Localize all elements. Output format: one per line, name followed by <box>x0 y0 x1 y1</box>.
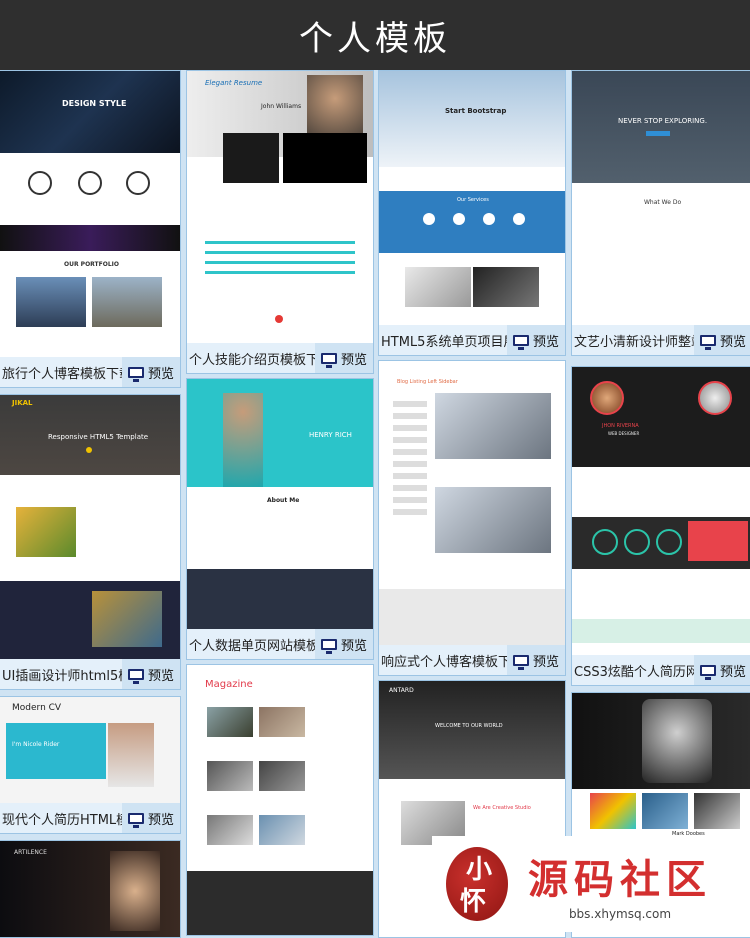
thumb-brand-text: ARTILENCE <box>14 849 47 856</box>
template-name[interactable]: 现代个人简历HTML模板 <box>2 809 122 828</box>
preview-button[interactable]: 预览 <box>121 803 180 833</box>
seal-char-bottom: 怀 <box>460 887 487 917</box>
template-name[interactable]: HTML5系统单页项目展 <box>381 331 507 350</box>
thumb-hero-text: Responsive HTML5 Template <box>48 433 149 441</box>
template-thumbnail[interactable]: HENRY RICH About Me <box>187 379 373 629</box>
preview-button[interactable]: 预览 <box>121 659 180 689</box>
thumb-section-text: Blog Listing Left Sidebar <box>397 379 458 385</box>
monitor-icon <box>320 352 337 368</box>
template-name[interactable]: UI插画设计师html5模板 <box>2 665 122 684</box>
monitor-icon <box>699 334 716 350</box>
preview-label: 预览 <box>147 812 174 828</box>
monitor-icon <box>127 668 144 684</box>
thumb-role-text: WEB DESIGNER <box>608 431 640 436</box>
template-caption: 响应式个人博客模板下 预览 <box>379 645 565 675</box>
template-thumbnail[interactable]: Magazine <box>187 665 373 935</box>
template-thumbnail[interactable]: Start Bootstrap Our Services <box>379 71 565 325</box>
thumb-section-text: We Are Creative Studio <box>473 805 531 811</box>
preview-button[interactable]: 预览 <box>121 357 180 387</box>
template-name[interactable]: 个人技能介绍页模板下 <box>189 349 315 368</box>
thumb-brand-text: Modern CV <box>12 703 62 713</box>
thumb-brand-text: Elegant Resume <box>205 79 263 87</box>
template-card[interactable]: JHON RIVERNA WEB DESIGNER CSS3炫酷个人简历网站 预… <box>571 366 750 686</box>
template-thumbnail[interactable]: ARTILENCE <box>0 841 180 937</box>
template-card[interactable]: HENRY RICH About Me 个人数据单页网站模板 预览 <box>186 378 374 660</box>
preview-button[interactable]: 预览 <box>693 655 750 685</box>
template-name[interactable]: 响应式个人博客模板下 <box>381 651 507 670</box>
template-caption: HTML5系统单页项目展 预览 <box>379 325 565 355</box>
thumb-section-text: Our Services <box>457 197 489 203</box>
preview-label: 预览 <box>532 654 559 670</box>
template-card[interactable]: Modern CV I'm Nicole Rider 现代个人简历HTML模板 … <box>0 696 181 834</box>
template-thumbnail[interactable]: DESIGN STYLE OUR PORTFOLIO <box>0 71 180 357</box>
template-caption: 旅行个人博客模板下载 预览 <box>0 357 180 387</box>
template-thumbnail[interactable]: Modern CV I'm Nicole Rider <box>0 697 180 803</box>
preview-button[interactable]: 预览 <box>506 325 565 355</box>
preview-button[interactable]: 预览 <box>693 325 750 355</box>
thumb-section-text: What We Do <box>644 199 682 206</box>
thumb-section-text: About Me <box>267 497 300 504</box>
template-thumbnail[interactable]: JHON RIVERNA WEB DESIGNER <box>572 367 750 655</box>
template-thumbnail[interactable]: Blog Listing Left Sidebar <box>379 361 565 645</box>
template-thumbnail[interactable]: Elegant Resume John Williams <box>187 71 373 343</box>
thumb-person-text: HENRY RICH <box>309 431 352 439</box>
template-card[interactable]: Elegant Resume John Williams 个人技能介绍页模板下 … <box>186 70 374 374</box>
monitor-icon <box>512 334 529 350</box>
template-name[interactable]: 文艺小清新设计师整站 <box>574 331 694 350</box>
template-caption: 现代个人简历HTML模板 预览 <box>0 803 180 833</box>
page-title: 个人模板 <box>299 18 451 59</box>
template-card[interactable]: JIKAL Responsive HTML5 Template UI插画设计师h… <box>0 394 181 690</box>
thumb-person-text: JHON RIVERNA <box>602 423 639 429</box>
template-name[interactable]: 个人数据单页网站模板 <box>189 635 315 654</box>
monitor-icon <box>127 366 144 382</box>
page-header: 个人模板 <box>0 0 750 70</box>
thumb-brand-text: JIKAL <box>12 399 33 407</box>
preview-label: 预览 <box>147 366 174 382</box>
template-caption: 个人数据单页网站模板 预览 <box>187 629 373 659</box>
thumb-hero-text: DESIGN STYLE <box>62 99 127 108</box>
monitor-icon <box>320 638 337 654</box>
template-card[interactable]: Magazine <box>186 664 374 936</box>
preview-label: 预览 <box>340 638 367 654</box>
template-card[interactable]: Start Bootstrap Our Services HTML5系统单页项目… <box>378 70 566 356</box>
thumb-person-text: I'm Nicole Rider <box>12 741 60 748</box>
preview-label: 预览 <box>719 334 746 350</box>
site-logo: 小 怀 源码社区 bbs.xhymsq.com <box>432 836 750 932</box>
preview-button[interactable]: 预览 <box>506 645 565 675</box>
logo-url: bbs.xhymsq.com <box>568 907 672 921</box>
template-card[interactable]: DESIGN STYLE OUR PORTFOLIO 旅行个人博客模板下载 预览 <box>0 70 181 388</box>
monitor-icon <box>127 812 144 828</box>
thumb-hero-text: Start Bootstrap <box>445 107 507 115</box>
thumb-section-text: OUR PORTFOLIO <box>64 261 119 268</box>
template-name[interactable]: 旅行个人博客模板下载 <box>2 363 122 382</box>
template-card[interactable]: NEVER STOP EXPLORING. What We Do 文艺小清新设计… <box>571 70 750 356</box>
logo-title: 源码社区 <box>528 857 712 903</box>
preview-button[interactable]: 预览 <box>314 629 373 659</box>
thumb-brand-text: ANTARD <box>389 687 414 694</box>
thumb-person-text: John Williams <box>261 103 302 110</box>
preview-button[interactable]: 预览 <box>314 343 373 373</box>
monitor-icon <box>512 654 529 670</box>
thumb-hero-text: WELCOME TO OUR WORLD <box>435 723 503 729</box>
template-caption: 文艺小清新设计师整站 预览 <box>572 325 750 355</box>
seal-icon: 小 怀 <box>446 847 508 921</box>
template-name[interactable]: CSS3炫酷个人简历网站 <box>574 661 694 680</box>
preview-label: 预览 <box>532 334 559 350</box>
template-caption: CSS3炫酷个人简历网站 预览 <box>572 655 750 685</box>
preview-label: 预览 <box>147 668 174 684</box>
template-card[interactable]: ARTILENCE <box>0 840 181 938</box>
template-caption: UI插画设计师html5模板 预览 <box>0 659 180 689</box>
template-caption: 个人技能介绍页模板下 预览 <box>187 343 373 373</box>
template-card[interactable]: Blog Listing Left Sidebar 响应式个人博客模板下 预览 <box>378 360 566 676</box>
thumb-brand-text: Magazine <box>205 679 253 690</box>
preview-label: 预览 <box>719 664 746 680</box>
thumb-hero-text: NEVER STOP EXPLORING. <box>618 117 708 125</box>
preview-label: 预览 <box>340 352 367 368</box>
template-thumbnail[interactable]: JIKAL Responsive HTML5 Template <box>0 395 180 659</box>
template-thumbnail[interactable]: NEVER STOP EXPLORING. What We Do <box>572 71 750 325</box>
monitor-icon <box>699 664 716 680</box>
